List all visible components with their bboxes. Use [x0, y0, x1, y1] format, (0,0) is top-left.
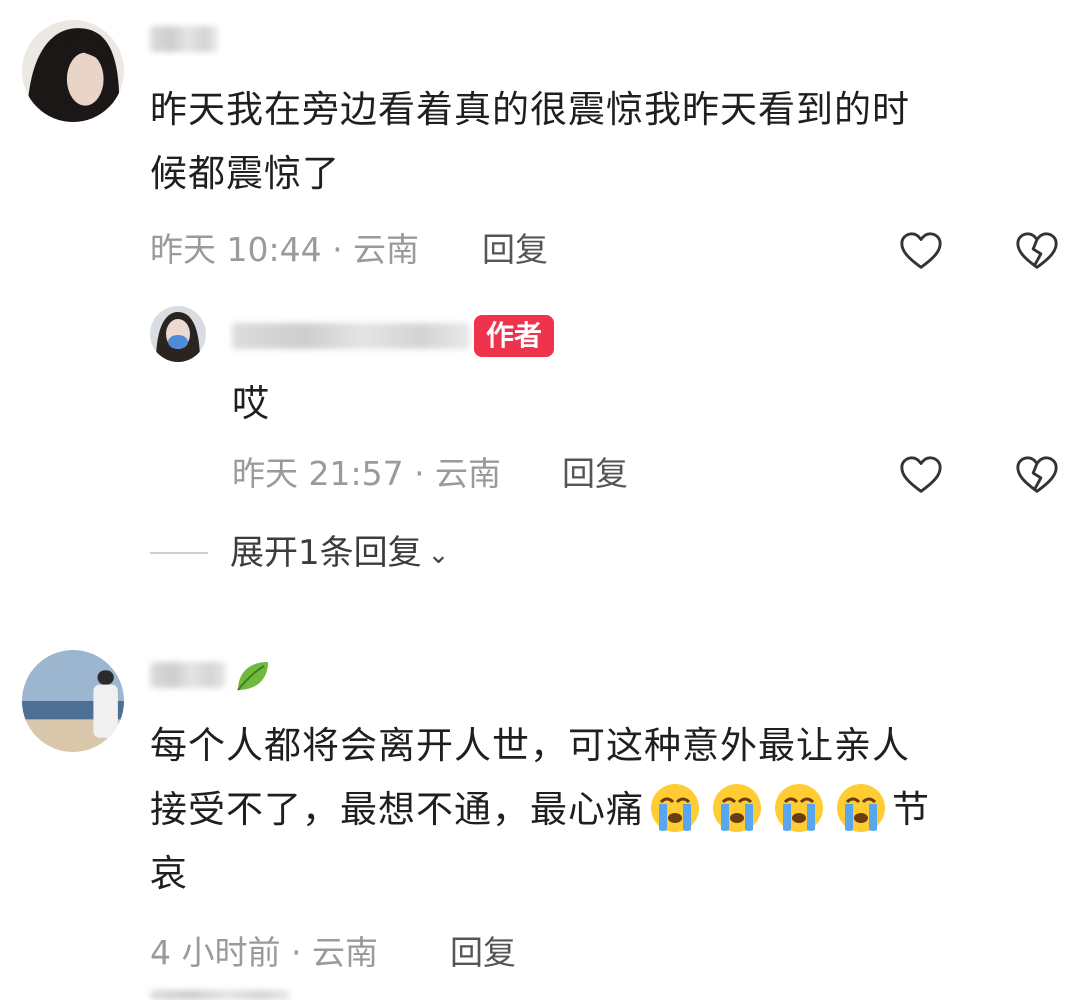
avatar[interactable]	[150, 306, 206, 362]
username-blurred[interactable]	[232, 323, 470, 349]
username-blurred[interactable]	[150, 662, 226, 688]
broken-heart-icon[interactable]	[1014, 452, 1060, 498]
loudly-crying-face-icon	[835, 782, 887, 834]
comment-meta: 4 小时前 · 云南	[150, 933, 378, 972]
comment-text-segment: 接受不了，最想不通，最心痛	[150, 788, 644, 831]
username-blurred[interactable]	[150, 26, 218, 52]
comment-text-segment: 节	[892, 788, 930, 831]
broken-heart-icon[interactable]	[1014, 228, 1060, 274]
author-badge: 作者	[474, 315, 555, 357]
comment-meta: 昨天 10:44 · 云南	[150, 230, 420, 269]
comment-text-line: 哀	[150, 852, 188, 895]
comment-meta: 昨天 21:57 · 云南	[232, 454, 502, 493]
heart-outline-icon[interactable]	[898, 452, 944, 498]
expand-replies-button[interactable]: 展开1条回复 ⌄	[230, 533, 449, 575]
avatar[interactable]	[22, 20, 124, 122]
expand-replies-label: 展开1条回复	[230, 533, 422, 573]
next-item-cropped	[150, 990, 290, 1000]
comment-text: 昨天我在旁边看着真的很震惊我昨天看到的时 候都震惊了	[150, 78, 1050, 206]
avatar[interactable]	[22, 650, 124, 752]
reply-button[interactable]: 回复	[482, 230, 548, 270]
heart-outline-icon[interactable]	[898, 228, 944, 274]
leaf-icon	[232, 656, 272, 696]
comment-text: 每个人都将会离开人世，可这种意外最让亲人 接受不了，最想不通，最心痛 节 哀	[150, 714, 1060, 906]
reply-button[interactable]: 回复	[450, 933, 516, 973]
chevron-down-icon: ⌄	[427, 539, 450, 570]
comment-text-line: 每个人都将会离开人世，可这种意外最让亲人	[150, 724, 910, 767]
reply-button[interactable]: 回复	[562, 454, 628, 494]
comment-text-line: 昨天我在旁边看着真的很震惊我昨天看到的时	[150, 88, 910, 131]
comment-text: 哎	[232, 382, 270, 425]
comment-text-line: 接受不了，最想不通，最心痛 节	[150, 778, 1060, 842]
loudly-crying-face-icon	[773, 782, 825, 834]
loudly-crying-face-icon	[649, 782, 701, 834]
expand-divider	[150, 552, 208, 554]
loudly-crying-face-icon	[711, 782, 763, 834]
comment-text-line: 候都震惊了	[150, 152, 340, 195]
